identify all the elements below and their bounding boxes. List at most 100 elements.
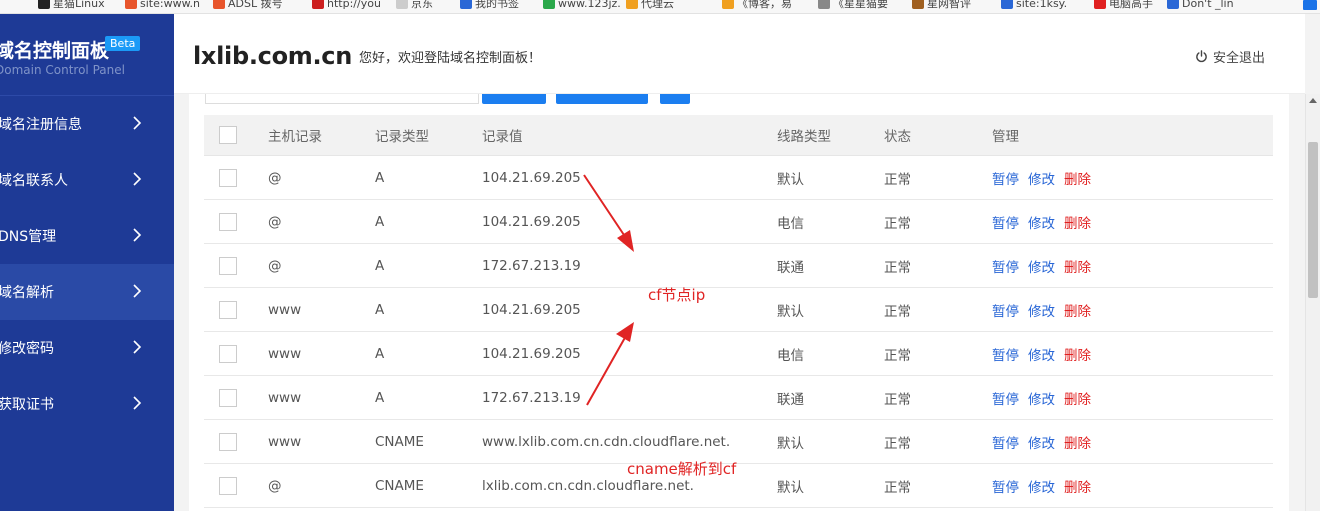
bookmark-item[interactable]: 电脑高手 xyxy=(1094,0,1153,12)
sidebar-item-label: 域名注册信息 xyxy=(0,117,82,133)
bookmark-item[interactable]: site:www.n xyxy=(125,0,200,12)
chevron-right-icon xyxy=(133,228,142,242)
delete-link[interactable]: 删除 xyxy=(1064,480,1091,496)
bookmark-item[interactable]: http://you xyxy=(312,0,381,12)
sidebar-item-contacts[interactable]: 域名联系人 xyxy=(0,152,174,208)
search-input[interactable] xyxy=(205,94,479,104)
bookmark-item[interactable]: 星猫Linux xyxy=(38,0,105,12)
row-checkbox[interactable] xyxy=(219,212,237,231)
scroll-thumb[interactable] xyxy=(1308,142,1318,298)
pause-link[interactable]: 暂停 xyxy=(992,392,1019,408)
cell-manage: 暂停 修改 删除 xyxy=(992,256,1100,276)
scrollbar[interactable] xyxy=(1305,94,1320,511)
pause-link[interactable]: 暂停 xyxy=(992,216,1019,232)
edit-link[interactable]: 修改 xyxy=(1028,172,1055,188)
delete-link[interactable]: 删除 xyxy=(1064,436,1091,452)
row-checkbox[interactable] xyxy=(219,476,237,495)
cell-line: 默认 xyxy=(777,303,804,320)
bookmark-item[interactable]: 《星星猫要 xyxy=(818,0,888,12)
edit-link[interactable]: 修改 xyxy=(1028,260,1055,276)
bookmark-item[interactable]: ADSL 拨号 xyxy=(213,0,283,12)
cell-host: www xyxy=(268,301,302,318)
bookmark-item[interactable]: 《博客，易 xyxy=(722,0,792,12)
logout-button[interactable]: 安全退出 xyxy=(1195,47,1265,66)
add-record-button[interactable] xyxy=(556,94,648,104)
sidebar-item-label: 域名联系人 xyxy=(0,173,68,189)
cell-type: A xyxy=(375,213,385,230)
row-checkbox[interactable] xyxy=(219,168,237,187)
bookmark-favicon-icon xyxy=(460,0,472,9)
delete-link[interactable]: 删除 xyxy=(1064,348,1091,364)
cell-line: 默认 xyxy=(777,479,804,496)
pause-link[interactable]: 暂停 xyxy=(992,480,1019,496)
table-row: @ A 172.67.213.19 联通 正常 暂停 修改 删除 xyxy=(204,244,1273,288)
chevron-right-icon xyxy=(133,340,142,354)
bookmark-label: 星猫Linux xyxy=(53,0,105,10)
bookmark-item[interactable]: site:1ksy. xyxy=(1001,0,1067,12)
help-button[interactable] xyxy=(660,94,690,104)
bookmark-item[interactable]: 京东 xyxy=(396,0,433,12)
select-all-checkbox[interactable] xyxy=(219,126,237,144)
cell-status: 正常 xyxy=(884,171,911,188)
edit-link[interactable]: 修改 xyxy=(1028,392,1055,408)
pause-link[interactable]: 暂停 xyxy=(992,348,1019,364)
delete-link[interactable]: 删除 xyxy=(1064,392,1091,408)
edit-link[interactable]: 修改 xyxy=(1028,304,1055,320)
cell-host: www xyxy=(268,389,302,406)
bookmark-item[interactable]: 我的书签 xyxy=(460,0,519,12)
bookmark-item[interactable]: Don't _lin xyxy=(1167,0,1234,12)
bookmark-label: 《星星猫要 xyxy=(833,0,888,10)
search-button[interactable] xyxy=(482,94,546,104)
delete-link[interactable]: 删除 xyxy=(1064,216,1091,232)
pause-link[interactable]: 暂停 xyxy=(992,260,1019,276)
pause-link[interactable]: 暂停 xyxy=(992,436,1019,452)
edit-link[interactable]: 修改 xyxy=(1028,480,1055,496)
pause-link[interactable]: 暂停 xyxy=(992,172,1019,188)
bookmark-favicon-icon xyxy=(312,0,324,9)
bookmark-favicon-icon xyxy=(38,0,50,9)
sidebar-item-change-password[interactable]: 修改密码 xyxy=(0,320,174,376)
brand-title: 域名控制面板 xyxy=(0,40,110,62)
sidebar-menu: 域名注册信息 域名联系人 DNS管理 域名解析 修改密码 获取证书 xyxy=(0,96,174,432)
cell-type: CNAME xyxy=(375,433,424,450)
pause-link[interactable]: 暂停 xyxy=(992,304,1019,320)
bookmark-item[interactable]: 代理云 xyxy=(626,0,674,12)
bookmark-favicon-icon xyxy=(626,0,638,9)
bookmark-item[interactable]: www.123jz. xyxy=(543,0,621,12)
sidebar-item-get-certificate[interactable]: 获取证书 xyxy=(0,376,174,432)
cell-value: 104.21.69.205 xyxy=(482,169,581,186)
cell-manage: 暂停 修改 删除 xyxy=(992,344,1100,364)
edit-link[interactable]: 修改 xyxy=(1028,436,1055,452)
delete-link[interactable]: 删除 xyxy=(1064,304,1091,320)
edit-link[interactable]: 修改 xyxy=(1028,348,1055,364)
scroll-up-arrow[interactable] xyxy=(1309,98,1317,103)
bookmark-favicon-icon xyxy=(396,0,408,9)
header-host: 主机记录 xyxy=(268,129,322,145)
sidebar-item-domain-resolution[interactable]: 域名解析 xyxy=(0,264,174,320)
edit-link[interactable]: 修改 xyxy=(1028,216,1055,232)
cell-value: 172.67.213.19 xyxy=(482,389,581,406)
table-row: @ A 104.21.69.205 默认 正常 暂停 修改 删除 xyxy=(204,156,1273,200)
sidebar-item-registration-info[interactable]: 域名注册信息 xyxy=(0,96,174,152)
cell-line: 联通 xyxy=(777,259,804,276)
row-checkbox[interactable] xyxy=(219,432,237,451)
bookmark-favicon-icon xyxy=(543,0,555,9)
bookmark-label: 《博客，易 xyxy=(737,0,792,10)
table-row: www A 104.21.69.205 默认 正常 暂停 修改 删除 xyxy=(204,288,1273,332)
cell-host: @ xyxy=(268,213,282,230)
delete-link[interactable]: 删除 xyxy=(1064,260,1091,276)
domain-title: lxlib.com.cn xyxy=(193,42,353,70)
extension-icon[interactable] xyxy=(1303,0,1317,10)
bookmark-item[interactable]: 星网智评 xyxy=(912,0,971,12)
cell-manage: 暂停 修改 删除 xyxy=(992,300,1100,320)
table-row: www CNAME www.lxlib.com.cn.cdn.cloudflare.… xyxy=(204,420,1273,464)
row-checkbox[interactable] xyxy=(219,256,237,275)
sidebar-item-dns-management[interactable]: DNS管理 xyxy=(0,208,174,264)
bookmark-favicon-icon xyxy=(722,0,734,9)
cell-status: 正常 xyxy=(884,347,911,364)
cell-status: 正常 xyxy=(884,391,911,408)
delete-link[interactable]: 删除 xyxy=(1064,172,1091,188)
row-checkbox[interactable] xyxy=(219,388,237,407)
row-checkbox[interactable] xyxy=(219,344,237,363)
row-checkbox[interactable] xyxy=(219,300,237,319)
